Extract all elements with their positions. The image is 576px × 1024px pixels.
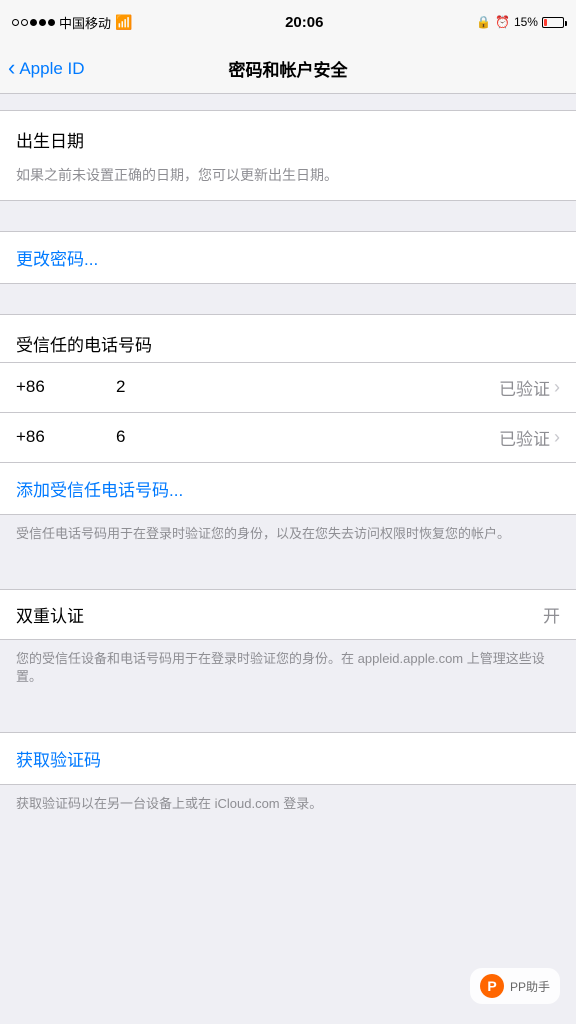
birthdate-description: 如果之前未设置正确的日期，您可以更新出生日期。: [0, 158, 576, 200]
add-phone-link[interactable]: 添加受信任电话号码...: [0, 462, 576, 514]
phone-row-2[interactable]: +86 6 已验证 ›: [0, 412, 576, 462]
back-label: Apple ID: [19, 59, 84, 79]
watermark: P PP助手: [470, 968, 560, 1004]
wifi-icon: 📶: [115, 14, 132, 31]
phone-prefix-1: +86: [16, 377, 76, 397]
status-time: 20:06: [285, 14, 323, 31]
two-factor-section: 双重认证 开: [0, 589, 576, 640]
page-title: 密码和帐户安全: [229, 56, 348, 81]
change-password-section: 更改密码...: [0, 231, 576, 284]
trusted-phone-header: 受信任的电话号码: [0, 315, 576, 362]
phone-verified-2: 已验证: [499, 425, 550, 450]
phone-verified-1: 已验证: [499, 375, 550, 400]
chevron-icon-2: ›: [554, 427, 560, 448]
content: 出生日期 如果之前未设置正确的日期，您可以更新出生日期。 更改密码... 受信任…: [0, 94, 576, 829]
phone-row-1[interactable]: +86 2 已验证 ›: [0, 362, 576, 412]
phone-status-right-1: 已验证 ›: [499, 375, 560, 400]
phone-partial-1: 2: [76, 377, 499, 397]
status-left: 中国移动 📶: [12, 13, 132, 32]
carrier-label: 中国移动: [59, 13, 111, 32]
watermark-logo: P: [480, 974, 504, 998]
battery-icon: [542, 17, 564, 28]
alarm-icon: ⏰: [495, 15, 510, 29]
get-verification-code-link[interactable]: 获取验证码: [0, 733, 576, 784]
gap-2: [0, 284, 576, 314]
two-factor-row: 双重认证 开: [0, 590, 576, 639]
birthdate-header: 出生日期: [0, 111, 576, 158]
two-factor-label: 双重认证: [16, 602, 543, 627]
phone-prefix-2: +86: [16, 427, 76, 447]
birthdate-section: 出生日期 如果之前未设置正确的日期，您可以更新出生日期。: [0, 110, 576, 201]
change-password-link[interactable]: 更改密码...: [0, 232, 576, 283]
watermark-text: PP助手: [510, 978, 550, 995]
trusted-phone-section: 受信任的电话号码 +86 2 已验证 › +86 6 已验证 › 添加受信任电话…: [0, 314, 576, 515]
signal-icon: [12, 19, 55, 26]
back-chevron-icon: ‹: [8, 57, 15, 79]
gap-4: [0, 702, 576, 732]
back-button[interactable]: ‹ Apple ID: [8, 58, 85, 79]
gap-1: [0, 201, 576, 231]
battery-percent: 15%: [514, 15, 538, 29]
nav-bar: ‹ Apple ID 密码和帐户安全: [0, 44, 576, 94]
trusted-phone-footer: 受信任电话号码用于在登录时验证您的身份，以及在您失去访问权限时恢复您的帐户。: [0, 515, 576, 559]
phone-partial-2: 6: [76, 427, 499, 447]
gap-3: [0, 559, 576, 589]
status-right: 🔒 ⏰ 15%: [476, 15, 564, 29]
verification-code-section: 获取验证码: [0, 732, 576, 785]
two-factor-status: 开: [543, 602, 560, 627]
status-bar: 中国移动 📶 20:06 🔒 ⏰ 15%: [0, 0, 576, 44]
two-factor-footer: 您的受信任设备和电话号码用于在登录时验证您的身份。在 appleid.apple…: [0, 640, 576, 702]
verification-code-footer: 获取验证码以在另一台设备上或在 iCloud.com 登录。: [0, 785, 576, 829]
phone-status-right-2: 已验证 ›: [499, 425, 560, 450]
chevron-icon-1: ›: [554, 377, 560, 398]
lock-icon: 🔒: [476, 15, 491, 29]
